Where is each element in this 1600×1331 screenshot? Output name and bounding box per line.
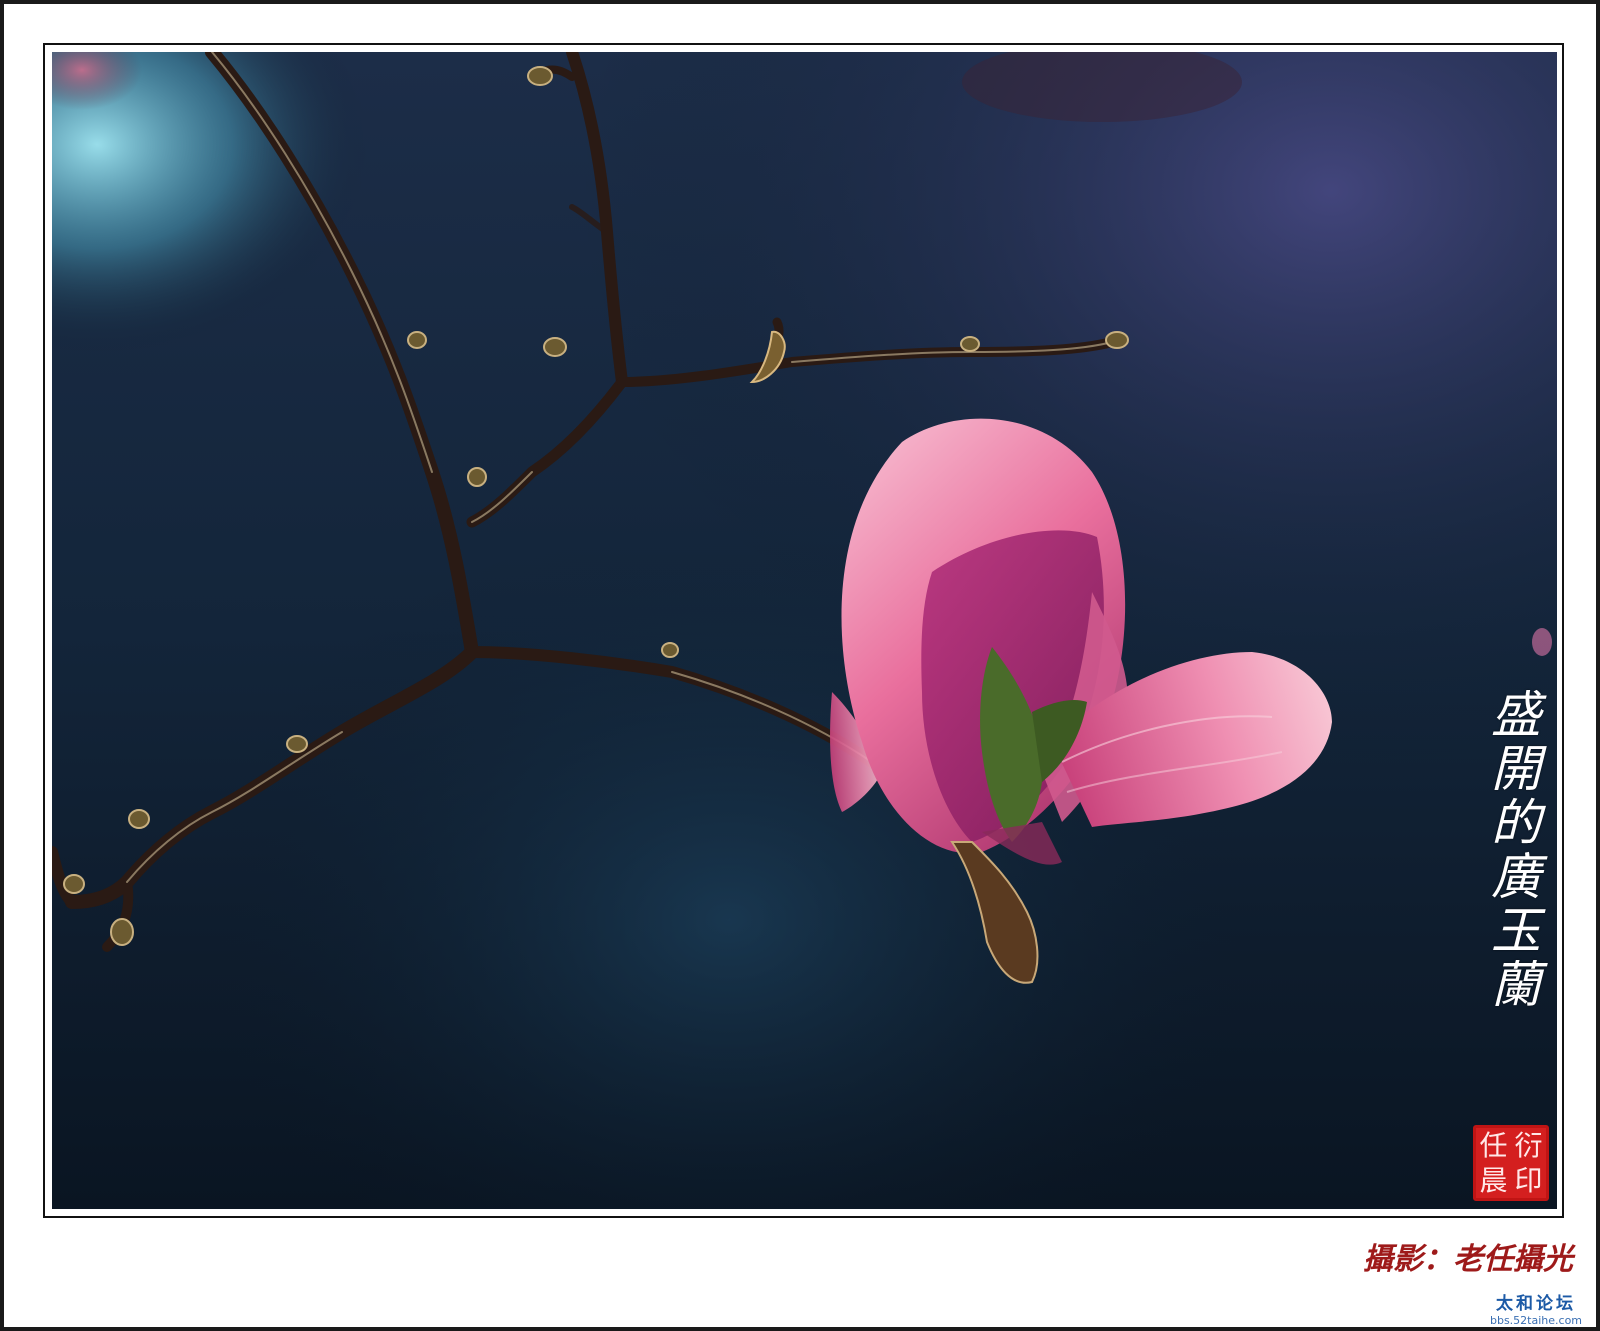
photographer-credit: 攝影：老任攝光 [1363, 1242, 1573, 1277]
photo-title: 盛開的廣玉蘭 [1483, 688, 1541, 1012]
magnolia-photo [52, 52, 1557, 1209]
forum-watermark: 太和论坛 bbs.52taihe.com [1477, 1295, 1595, 1329]
watermark-url: bbs.52taihe.com [1489, 1314, 1583, 1327]
photo-illustration [52, 52, 1557, 1209]
seal-char: 衍 [1514, 1129, 1543, 1162]
seal-char: 任 [1479, 1129, 1508, 1162]
seal-char: 印 [1514, 1164, 1543, 1197]
photo-page: 盛開的廣玉蘭 任 衍 晨 印 攝影：老任攝光 太和论坛 bbs.52taihe.… [0, 0, 1600, 1331]
seal-characters: 任 衍 晨 印 [1476, 1128, 1546, 1198]
artist-seal-stamp: 任 衍 晨 印 [1473, 1125, 1549, 1201]
watermark-name: 太和论坛 [1496, 1294, 1576, 1314]
seal-char: 晨 [1479, 1164, 1508, 1197]
